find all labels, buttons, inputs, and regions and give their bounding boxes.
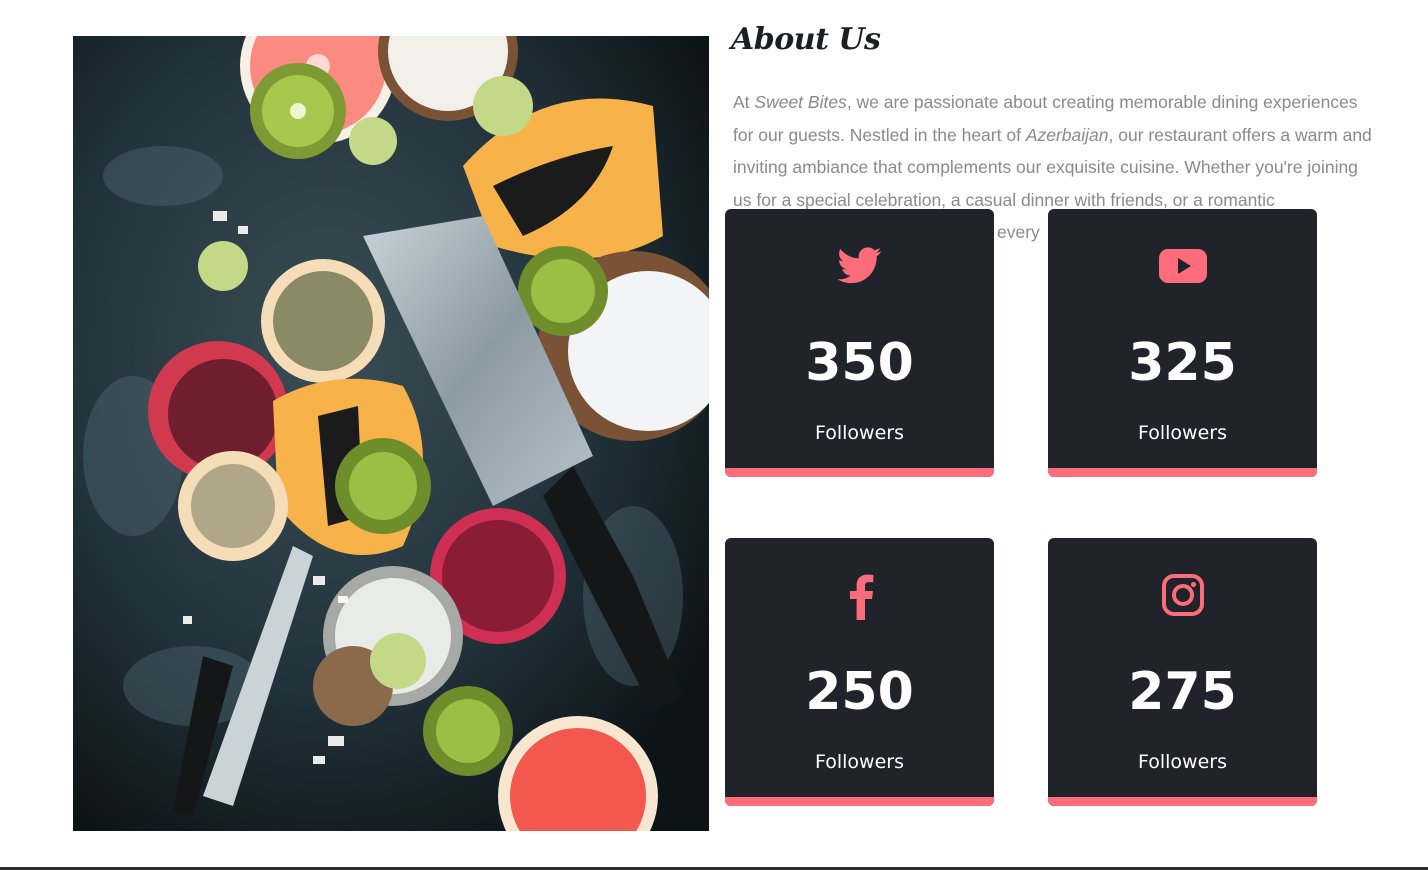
twitter-icon[interactable] bbox=[725, 243, 994, 289]
instagram-icon[interactable] bbox=[1048, 572, 1317, 618]
facebook-stat-card: 250 Followers bbox=[725, 538, 994, 806]
about-text-part-1: At bbox=[733, 92, 755, 112]
twitter-follower-count: 350 bbox=[805, 333, 914, 393]
brand-name: Sweet Bites bbox=[754, 92, 847, 112]
twitter-stat-card: 350 Followers bbox=[725, 209, 994, 477]
instagram-follower-label: Followers bbox=[1138, 751, 1227, 773]
facebook-follower-count: 250 bbox=[805, 662, 914, 722]
card-accent-bar bbox=[725, 468, 994, 477]
facebook-follower-label: Followers bbox=[815, 751, 904, 773]
twitter-follower-label: Followers bbox=[815, 422, 904, 444]
youtube-follower-label: Followers bbox=[1138, 422, 1227, 444]
fruit-photo bbox=[73, 36, 709, 831]
about-title: About Us bbox=[731, 22, 881, 57]
fruit-photo-illustration bbox=[73, 36, 709, 831]
location-name: Azerbaijan bbox=[1025, 124, 1109, 145]
youtube-icon[interactable] bbox=[1048, 243, 1317, 289]
youtube-stat-card: 325 Followers bbox=[1048, 209, 1317, 477]
instagram-stat-card: 275 Followers bbox=[1048, 538, 1317, 806]
card-accent-bar bbox=[725, 797, 994, 806]
card-accent-bar bbox=[1048, 468, 1317, 477]
card-accent-bar bbox=[1048, 797, 1317, 806]
facebook-icon[interactable] bbox=[725, 572, 994, 620]
youtube-follower-count: 325 bbox=[1128, 333, 1237, 393]
instagram-follower-count: 275 bbox=[1128, 662, 1237, 722]
